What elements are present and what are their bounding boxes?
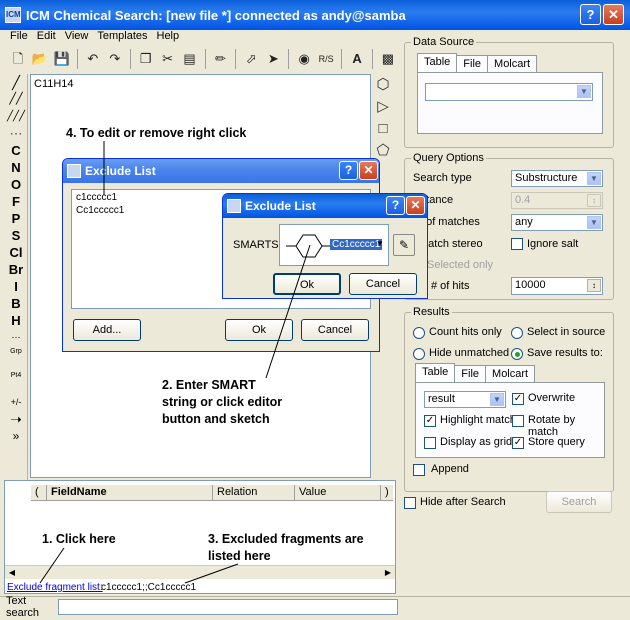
main-window: ICM ICM Chemical Search: [new file *] co…	[0, 0, 630, 620]
annotation-arrows	[39, 141, 311, 584]
